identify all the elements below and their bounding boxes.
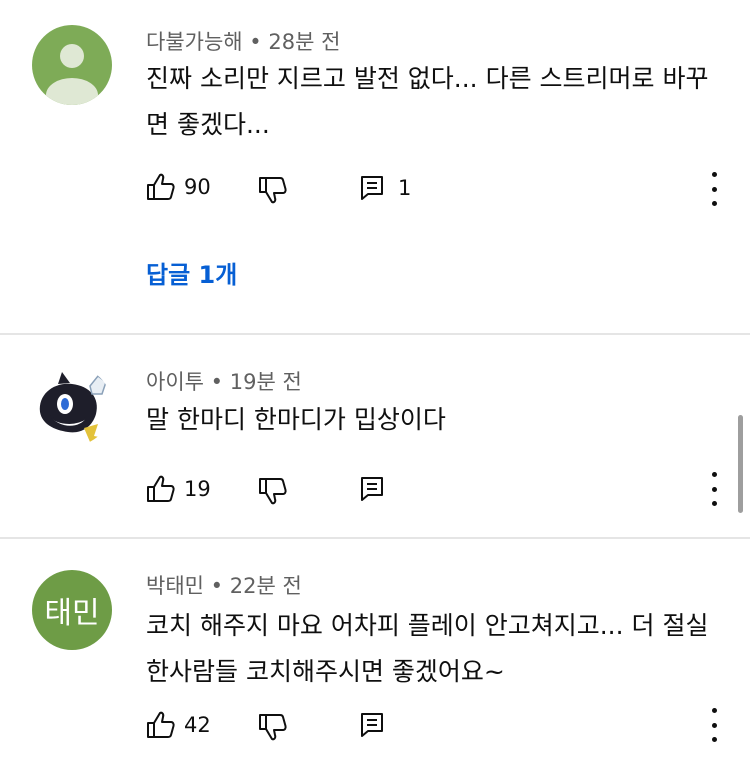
- comment-time: 22분 전: [229, 574, 302, 598]
- person-icon: [46, 44, 98, 105]
- comment-time: 19분 전: [229, 370, 302, 394]
- reply-button[interactable]: [360, 476, 384, 502]
- thumbs-down-icon: [259, 177, 287, 204]
- avatar-initials: 태민: [32, 570, 112, 650]
- thumbs-down-icon: [259, 478, 287, 505]
- like-count: 42: [184, 713, 211, 737]
- like-count: 19: [184, 477, 211, 501]
- comment-text: 진짜 소리만 지르고 발전 없다... 다른 스트리머로 바꾸면 좋겠다...: [146, 64, 709, 139]
- divider: [0, 537, 750, 539]
- reply-button[interactable]: [360, 712, 384, 738]
- like-button[interactable]: 90: [146, 172, 211, 202]
- dislike-button[interactable]: [258, 476, 288, 506]
- more-options-icon[interactable]: [700, 708, 728, 742]
- comment-icon: [361, 713, 383, 737]
- more-options-icon[interactable]: [700, 472, 728, 506]
- like-button[interactable]: 19: [146, 474, 211, 504]
- thumbs-down-icon: [259, 714, 287, 741]
- meta-separator: •: [210, 370, 224, 394]
- comment-meta: 아이투 • 19분 전: [146, 366, 302, 396]
- comment-meta: 박태민 • 22분 전: [146, 570, 302, 600]
- thumbs-up-icon: [147, 173, 175, 200]
- comment-icon: [361, 176, 383, 200]
- comment-item: 아이투 • 19분 전 말 한마디 한마디가 밉상이다 19: [0, 336, 750, 536]
- divider: [0, 333, 750, 335]
- thumbs-up-icon: [147, 711, 175, 738]
- avatar[interactable]: [32, 25, 112, 105]
- reply-count: 1: [398, 176, 412, 200]
- scrollbar[interactable]: [738, 415, 743, 513]
- comment-icon: [361, 477, 383, 501]
- comment-time: 28분 전: [268, 30, 341, 54]
- avatar[interactable]: 태민: [32, 570, 112, 650]
- author-name[interactable]: 아이투: [146, 370, 204, 394]
- comment-item: 태민 박태민 • 22분 전 코치 해주지 마요 어차피 플레이 안고쳐지고..…: [0, 540, 750, 768]
- like-button[interactable]: 42: [146, 710, 211, 740]
- avatar[interactable]: [32, 366, 112, 446]
- thumbs-up-icon: [147, 475, 175, 502]
- view-replies-link[interactable]: 답글 1개: [146, 255, 237, 290]
- reply-button[interactable]: 1: [360, 175, 411, 201]
- dislike-button[interactable]: [258, 175, 288, 205]
- comment-meta: 다불가능해 • 28분 전: [146, 26, 340, 56]
- more-options-icon[interactable]: [700, 172, 728, 206]
- comment-item: 다불가능해 • 28분 전 진짜 소리만 지르고 발전 없다... 다른 스트리…: [0, 0, 750, 334]
- meta-separator: •: [210, 574, 224, 598]
- comment-text: 코치 해주지 마요 어차피 플레이 안고쳐지고... 더 절실한사람들 코치해주…: [146, 611, 709, 686]
- comment-text: 말 한마디 한마디가 밉상이다: [146, 405, 446, 434]
- like-count: 90: [184, 175, 211, 199]
- author-name[interactable]: 다불가능해: [146, 30, 243, 54]
- author-name[interactable]: 박태민: [146, 574, 204, 598]
- cartoon-character-icon: [39, 372, 107, 442]
- dislike-button[interactable]: [258, 712, 288, 742]
- meta-separator: •: [249, 30, 262, 54]
